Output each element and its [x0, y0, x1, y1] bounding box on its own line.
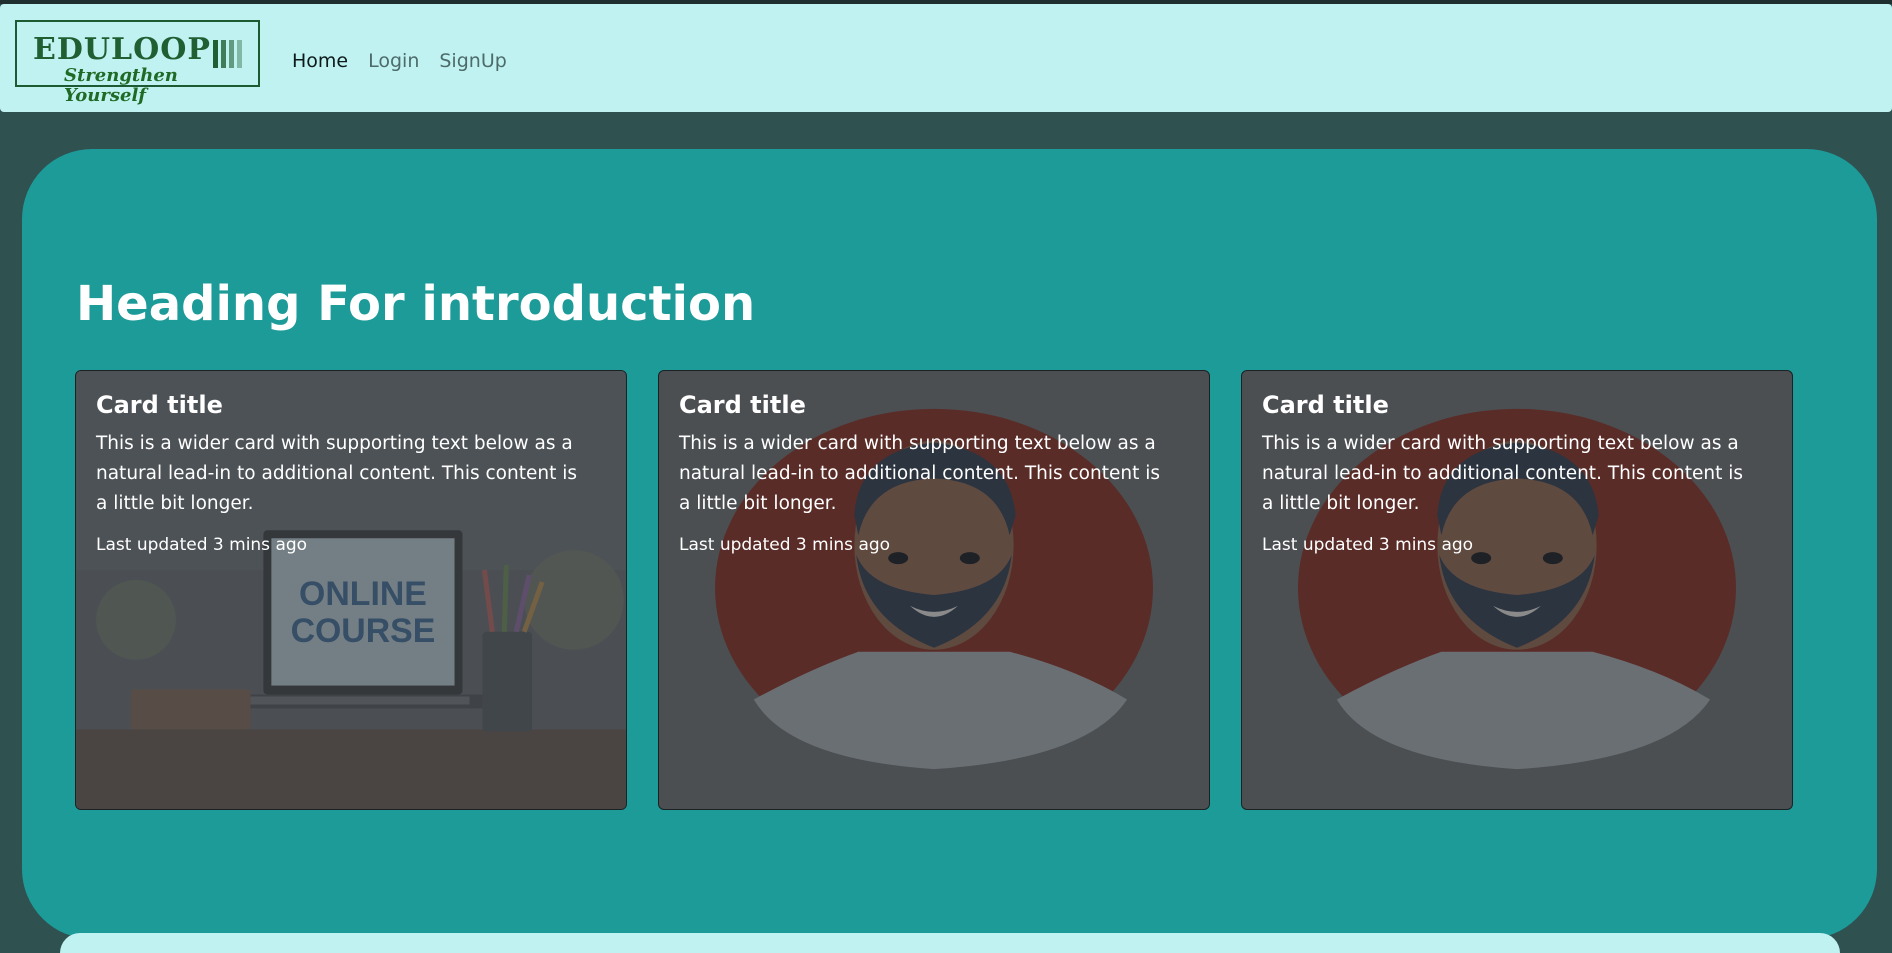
- card-body: Card title This is a wider card with sup…: [1262, 389, 1752, 557]
- navbar: EDULOOP Strengthen Yourself Home Login S…: [0, 4, 1892, 112]
- next-section-edge: [60, 933, 1840, 953]
- brand-name: EDULOOP: [33, 32, 211, 67]
- intro-heading: Heading For introduction: [76, 276, 756, 332]
- nav-home-link[interactable]: Home: [292, 50, 348, 72]
- intro-section: Heading For introduction ONLINE COURSE C…: [22, 149, 1877, 939]
- card-updated-time: Last updated 3 mins ago: [96, 535, 308, 555]
- card-updated-time: Last updated 3 mins ago: [679, 535, 891, 555]
- brand-logo[interactable]: EDULOOP Strengthen Yourself: [15, 20, 260, 106]
- card-title: Card title: [1262, 391, 1389, 419]
- brand-tagline: Strengthen Yourself: [64, 65, 178, 106]
- card-text: This is a wider card with supporting tex…: [96, 433, 577, 514]
- card-body: Card title This is a wider card with sup…: [96, 389, 586, 557]
- nav-signup-link[interactable]: SignUp: [439, 50, 506, 72]
- card-title: Card title: [679, 391, 806, 419]
- nav-login-link[interactable]: Login: [368, 50, 419, 72]
- card-body: Card title This is a wider card with sup…: [679, 389, 1169, 557]
- card-avatar-2[interactable]: Card title This is a wider card with sup…: [1241, 370, 1793, 810]
- nav-links: Home Login SignUp: [292, 50, 507, 72]
- card-title: Card title: [96, 391, 223, 419]
- barcode-icon: [213, 40, 245, 68]
- card-online-course[interactable]: ONLINE COURSE Card title This is a wider…: [75, 370, 627, 810]
- card-updated-time: Last updated 3 mins ago: [1262, 535, 1474, 555]
- card-avatar-1[interactable]: Card title This is a wider card with sup…: [658, 370, 1210, 810]
- card-text: This is a wider card with supporting tex…: [1262, 433, 1743, 514]
- card-text: This is a wider card with supporting tex…: [679, 433, 1160, 514]
